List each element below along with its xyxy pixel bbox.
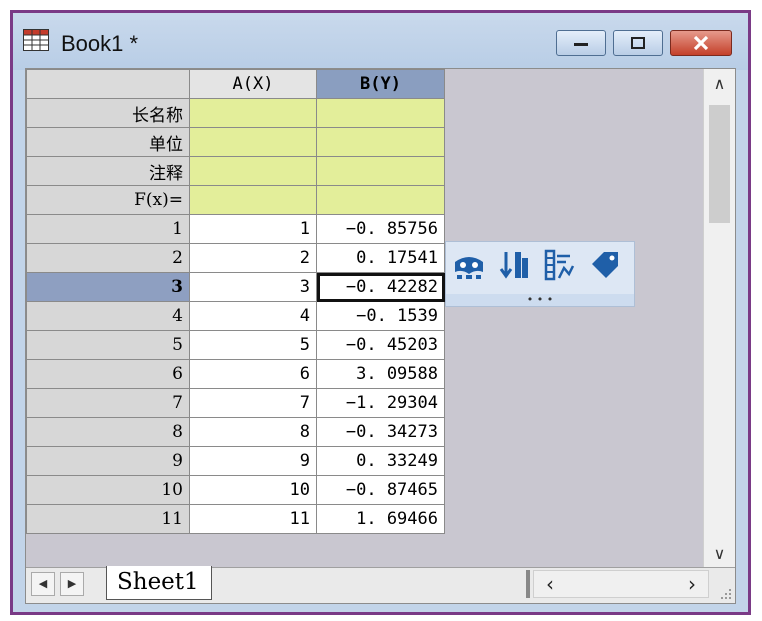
cell-b[interactable]: 3. 09588: [316, 359, 445, 389]
horizontal-scrollbar[interactable]: ‹ ›: [533, 570, 709, 598]
cell-b[interactable]: −0. 45203: [316, 330, 445, 360]
cell-a[interactable]: 5: [189, 330, 317, 360]
cell-a[interactable]: 11: [189, 504, 317, 534]
cell-b[interactable]: 1. 69466: [316, 504, 445, 534]
meta-label-long-name[interactable]: 长名称: [26, 98, 190, 128]
table-row: 4 4 −0. 1539: [26, 301, 445, 331]
meta-label-formula[interactable]: F(x)=: [26, 185, 190, 215]
meta-cell[interactable]: [316, 156, 445, 186]
cell-a[interactable]: 1: [189, 214, 317, 244]
table-row: 7 7 −1. 29304: [26, 388, 445, 418]
resize-grip-icon[interactable]: [719, 587, 733, 601]
table-row: 2 2 0. 17541: [26, 243, 445, 273]
worksheet-area: A(X) B(Y) 长名称 单位 注释 F(x)= 1 1 −0. 85756 22…: [25, 68, 736, 604]
scroll-up-icon[interactable]: ∧: [704, 69, 735, 99]
meta-label-comments[interactable]: 注释: [26, 156, 190, 186]
mini-toolbar-expander[interactable]: • • •: [446, 294, 634, 306]
scroll-right-icon[interactable]: ›: [688, 571, 696, 597]
cell-a[interactable]: 10: [189, 475, 317, 505]
table-row: 11 11 1. 69466: [26, 504, 445, 534]
cell-b[interactable]: −0. 1539: [316, 301, 445, 331]
row-header[interactable]: 5: [26, 330, 190, 360]
row-header[interactable]: 8: [26, 417, 190, 447]
tab-splitter[interactable]: [526, 570, 530, 598]
prev-sheet-icon[interactable]: ◀: [31, 572, 55, 596]
table-row: 3 3 −0. 42282: [26, 272, 445, 302]
row-header[interactable]: 4: [26, 301, 190, 331]
cell-b[interactable]: −0. 85756: [316, 214, 445, 244]
maximize-icon: [631, 37, 645, 49]
row-header[interactable]: 9: [26, 446, 190, 476]
row-header[interactable]: 10: [26, 475, 190, 505]
sort-icon[interactable]: [498, 248, 532, 282]
meta-cell[interactable]: [316, 185, 445, 215]
table-row: 9 9 0. 33249: [26, 446, 445, 476]
table-row: 10 10 −0. 87465: [26, 475, 445, 505]
scrollbar-thumb[interactable]: [709, 105, 730, 223]
cell-b[interactable]: 0. 33249: [316, 446, 445, 476]
minimize-button[interactable]: [556, 30, 606, 56]
sheet-tab-bar: ◀ ▶ Sheet1 ‹ ›: [26, 566, 735, 603]
cell-b[interactable]: −1. 29304: [316, 388, 445, 418]
mask-icon[interactable]: [452, 248, 486, 282]
title-bar[interactable]: Book1 *: [13, 13, 748, 70]
cell-a[interactable]: 9: [189, 446, 317, 476]
meta-label-units[interactable]: 单位: [26, 127, 190, 157]
cell-a[interactable]: 7: [189, 388, 317, 418]
active-cell[interactable]: −0. 42282: [316, 272, 445, 302]
sheet-tab[interactable]: Sheet1: [106, 566, 212, 600]
cell-a[interactable]: 6: [189, 359, 317, 389]
minimize-icon: [574, 43, 588, 46]
row-header-selected[interactable]: 3: [26, 272, 190, 302]
tag-icon[interactable]: [588, 248, 622, 282]
meta-cell[interactable]: [189, 185, 317, 215]
row-header[interactable]: 11: [26, 504, 190, 534]
meta-cell[interactable]: [189, 156, 317, 186]
cell-a[interactable]: 8: [189, 417, 317, 447]
row-header[interactable]: 1: [26, 214, 190, 244]
close-button[interactable]: [670, 30, 732, 56]
meta-cell[interactable]: [316, 98, 445, 128]
mini-toolbar: • • •: [445, 241, 635, 307]
maximize-button[interactable]: [613, 30, 663, 56]
cell-b[interactable]: −0. 87465: [316, 475, 445, 505]
table-row: 6 6 3. 09588: [26, 359, 445, 389]
row-header[interactable]: 7: [26, 388, 190, 418]
meta-cell[interactable]: [316, 127, 445, 157]
table-row: 5 5 −0. 45203: [26, 330, 445, 360]
next-sheet-icon[interactable]: ▶: [60, 572, 84, 596]
book-window: Book1 * A(X) B(Y) 长名称 单位 注释 F(x)= 1 1 −0…: [10, 10, 751, 615]
column-header-b[interactable]: B(Y): [316, 69, 445, 99]
column-properties-icon[interactable]: [542, 248, 576, 282]
close-icon: [693, 35, 709, 51]
cell-b[interactable]: −0. 34273: [316, 417, 445, 447]
column-header-a[interactable]: A(X): [189, 69, 317, 99]
cell-a[interactable]: 2: [189, 243, 317, 273]
worksheet-grid: A(X) B(Y) 长名称 单位 注释 F(x)= 1 1 −0. 85756 22…: [26, 69, 445, 534]
scroll-down-icon[interactable]: ∨: [704, 539, 735, 569]
grid-corner[interactable]: [26, 69, 190, 99]
meta-cell[interactable]: [189, 127, 317, 157]
table-row: 1 1 −0. 85756: [26, 214, 445, 244]
vertical-scrollbar[interactable]: ∧ ∨: [703, 69, 735, 569]
window-title: Book1 *: [61, 31, 139, 56]
workbook-icon: [23, 29, 49, 51]
scroll-left-icon[interactable]: ‹: [546, 571, 554, 597]
cell-a[interactable]: 4: [189, 301, 317, 331]
meta-cell[interactable]: [189, 98, 317, 128]
row-header[interactable]: 2: [26, 243, 190, 273]
expander-dots: • • •: [526, 293, 554, 306]
cell-b[interactable]: 0. 17541: [316, 243, 445, 273]
table-row: 8 8 −0. 34273: [26, 417, 445, 447]
cell-a[interactable]: 3: [189, 272, 317, 302]
row-header[interactable]: 6: [26, 359, 190, 389]
